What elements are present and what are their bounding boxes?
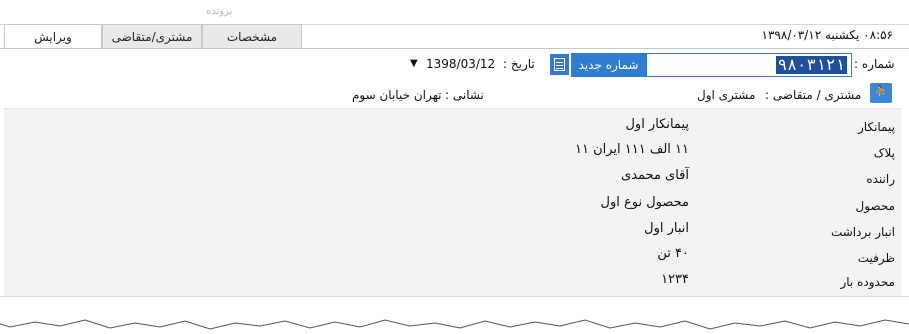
driver-label: راننده — [866, 172, 895, 186]
contractor-value: پیمانکار اول — [625, 117, 689, 132]
details-panel: پیمانکار پیمانکار اول پلاک ۱۱ الف ۱۱۱ ای… — [4, 108, 901, 297]
plate-value: ۱۱ الف ۱۱۱ ایران ۱۱ — [574, 142, 689, 157]
number-value: ۹۸۰۳۱۲۱ — [775, 55, 847, 74]
date-input[interactable]: 1398/03/12 — [426, 57, 495, 71]
tab-divider — [0, 48, 909, 49]
product-value: محصول نوع اول — [600, 195, 689, 210]
tab-customer[interactable]: مشتری/متقاضی — [102, 24, 202, 48]
tab-edit[interactable]: ویرایش — [4, 24, 102, 49]
warehouse-value: انبار اول — [644, 221, 689, 236]
contractor-label: پیمانکار — [858, 120, 895, 134]
load-range-value: ۱۲۳۴ — [661, 272, 689, 287]
faded-title: پرونده — [206, 6, 233, 17]
customer-value: مشتری اول — [697, 88, 756, 102]
address-value: تهران خیابان سوم — [352, 88, 442, 102]
customer-label: مشتری / متقاضی : — [765, 88, 862, 102]
capacity-label: ظرفیت — [857, 251, 895, 265]
tab-bar: ویرایش مشتری/متقاضی مشخصات — [4, 24, 302, 49]
plate-label: پلاک — [873, 146, 895, 160]
number-input[interactable]: ۹۸۰۳۱۲۱ — [646, 53, 852, 77]
address-label: نشانی : — [445, 88, 484, 102]
chevron-down-icon[interactable]: ▼ — [410, 58, 418, 69]
top-strip: پرونده — [0, 0, 909, 25]
people-icon[interactable]: ⛹ — [870, 83, 892, 103]
tab-specifications[interactable]: مشخصات — [202, 24, 302, 48]
driver-value: آقای محمدی — [621, 168, 689, 183]
product-label: محصول — [855, 199, 896, 213]
calculator-icon[interactable] — [550, 54, 569, 75]
capacity-value: ۴۰ تن — [657, 246, 689, 261]
number-label: شماره : — [854, 57, 895, 71]
date-label: تاریخ : — [503, 57, 535, 71]
datetime-display: ۰۸:۵۶ یکشنبه ۱۳۹۸/۰۳/۱۲ — [761, 28, 893, 42]
new-number-button[interactable]: شماره جدید — [571, 53, 646, 77]
torn-edge-bottom — [0, 319, 909, 333]
load-range-label: محدوده بار — [840, 275, 895, 289]
warehouse-label: انبار برداشت — [830, 225, 895, 239]
